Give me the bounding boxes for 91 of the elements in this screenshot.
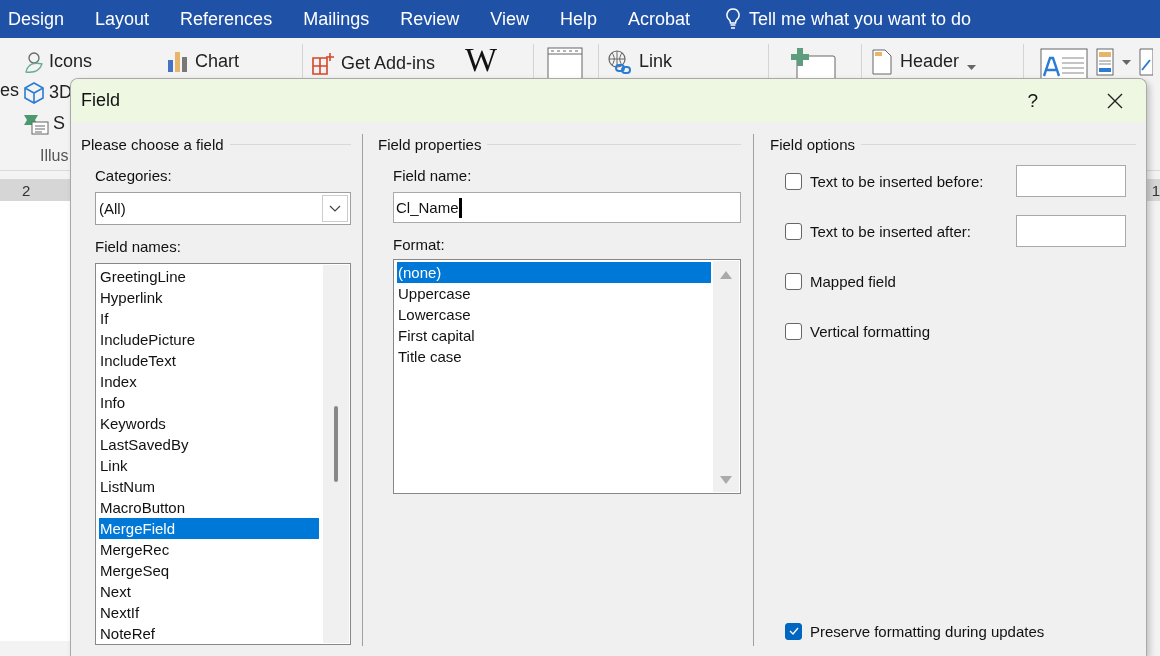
scroll-up-icon — [720, 271, 732, 279]
field-label: Format: — [393, 235, 446, 255]
list-item[interactable]: MergeSeq — [99, 560, 319, 581]
scrollbar[interactable] — [323, 265, 349, 643]
list-item[interactable]: MacroButton — [99, 497, 319, 518]
list-item[interactable]: LastSavedBy — [99, 434, 319, 455]
checkmark-icon — [788, 627, 799, 635]
list-item[interactable]: Keywords — [99, 413, 319, 434]
signature-icon — [1139, 48, 1153, 76]
dropdown-button[interactable] — [322, 195, 348, 222]
text-box-icon — [1040, 48, 1088, 80]
list-item[interactable]: ListNum — [99, 476, 319, 497]
text-input[interactable] — [1016, 215, 1126, 247]
checkbox-label[interactable]: Preserve formatting during updates — [810, 622, 1136, 640]
shapes-icon — [22, 49, 46, 74]
dialog-title: Field — [81, 90, 121, 111]
list-item[interactable]: GreetingLine — [99, 266, 319, 287]
list-item[interactable]: MergeField — [99, 518, 319, 539]
close-icon — [1107, 92, 1123, 109]
list-item[interactable]: Hyperlink — [99, 287, 319, 308]
scrollbar[interactable] — [713, 261, 739, 492]
list-item[interactable]: Uppercase — [397, 283, 711, 304]
field-label: Field name: — [393, 166, 473, 186]
ruler-number: 1 — [1151, 181, 1160, 199]
categories-dropdown[interactable]: (All) — [95, 192, 351, 225]
group-heading: Field options — [770, 135, 856, 153]
checkbox[interactable] — [785, 222, 802, 240]
caret-icon — [967, 65, 977, 70]
checkbox[interactable] — [785, 172, 802, 190]
list-item[interactable]: Lowercase — [397, 304, 711, 325]
checkbox-label[interactable]: Vertical formatting — [810, 322, 1136, 340]
ribbon-label[interactable]: es — [0, 80, 19, 101]
list-item[interactable]: (none) — [397, 262, 711, 283]
field-label: Field names: — [95, 237, 182, 257]
list-item[interactable]: IncludePicture — [99, 329, 319, 350]
smartart-button[interactable]: S — [53, 113, 65, 134]
checkbox-label[interactable]: Text to be inserted after: — [810, 222, 1016, 240]
menu-tab[interactable]: Design — [8, 8, 65, 30]
dropdown-value: (All) — [99, 200, 127, 217]
text-input[interactable] — [1016, 165, 1126, 197]
list-item[interactable]: Next — [99, 581, 319, 602]
checkbox[interactable] — [785, 622, 802, 640]
wikipedia-button[interactable]: W — [465, 44, 533, 76]
bar-chart-icon — [165, 49, 189, 74]
page-icon — [872, 48, 892, 75]
globe-link-icon — [607, 48, 633, 75]
help-button[interactable]: ? — [1027, 89, 1038, 112]
header-button[interactable]: Header — [900, 51, 960, 72]
scroll-down-icon — [720, 476, 732, 484]
group-heading: Field properties — [378, 135, 482, 153]
list-item[interactable]: NextIf — [99, 602, 319, 623]
checkbox[interactable] — [785, 322, 802, 340]
chevron-down-icon — [329, 205, 341, 212]
list-item[interactable]: Title case — [397, 346, 711, 367]
list-item[interactable]: Index — [99, 371, 319, 392]
list-item[interactable]: IncludeText — [99, 350, 319, 371]
list-item[interactable]: Info — [99, 392, 319, 413]
add-ins-icon — [311, 51, 335, 76]
menu-tab[interactable]: Mailings — [303, 8, 370, 30]
scrollbar-thumb[interactable] — [334, 406, 338, 482]
field-label: Categories: — [95, 166, 173, 186]
chart-button[interactable]: Chart — [195, 51, 239, 72]
get-add-ins-button[interactable]: Get Add-ins — [341, 53, 436, 74]
checkbox[interactable] — [785, 272, 802, 290]
caret-icon — [1122, 60, 1131, 65]
checkbox-label[interactable]: Text to be inserted before: — [810, 172, 1016, 190]
checkbox-label[interactable]: Mapped field — [810, 272, 1136, 290]
tell-me-search[interactable]: Tell me what you want to do — [749, 8, 972, 30]
list-item[interactable]: NoteRef — [99, 623, 319, 644]
menu-tab[interactable]: View — [490, 8, 529, 30]
menu-tab[interactable]: Layout — [95, 8, 150, 30]
icons-button[interactable]: Icons — [49, 51, 93, 72]
menu-tab[interactable]: Help — [559, 8, 597, 30]
format-list[interactable]: (none) Uppercase Lowercase First capital Title case — [393, 259, 741, 494]
list-item[interactable]: Link — [99, 455, 319, 476]
ruler-number: 2 — [22, 181, 31, 199]
group-heading: Please choose a field — [81, 135, 224, 153]
menu-tab[interactable]: References — [180, 8, 273, 30]
list-item[interactable]: If — [99, 308, 319, 329]
lightbulb-icon — [725, 8, 741, 30]
text-cursor — [458, 197, 462, 218]
list-item[interactable]: First capital — [397, 325, 711, 346]
field-name-input[interactable]: Cl_Name — [393, 192, 741, 223]
list-item[interactable]: MergeRec — [99, 539, 319, 560]
link-button[interactable]: Link — [639, 51, 673, 72]
menu-tab[interactable]: Acrobat — [627, 8, 690, 30]
cube-icon — [22, 80, 46, 105]
group-label: Illus — [40, 147, 70, 165]
field-names-list[interactable]: GreetingLine Hyperlink If IncludePicture IncludeText Index Info Keywords LastSavedBy Link ListNum MacroButton MergeField MergeRec MergeSeq Next NextIf NoteRef — [95, 263, 351, 645]
menu-tab[interactable]: Review — [400, 8, 460, 30]
quick-parts-icon — [1096, 48, 1114, 76]
